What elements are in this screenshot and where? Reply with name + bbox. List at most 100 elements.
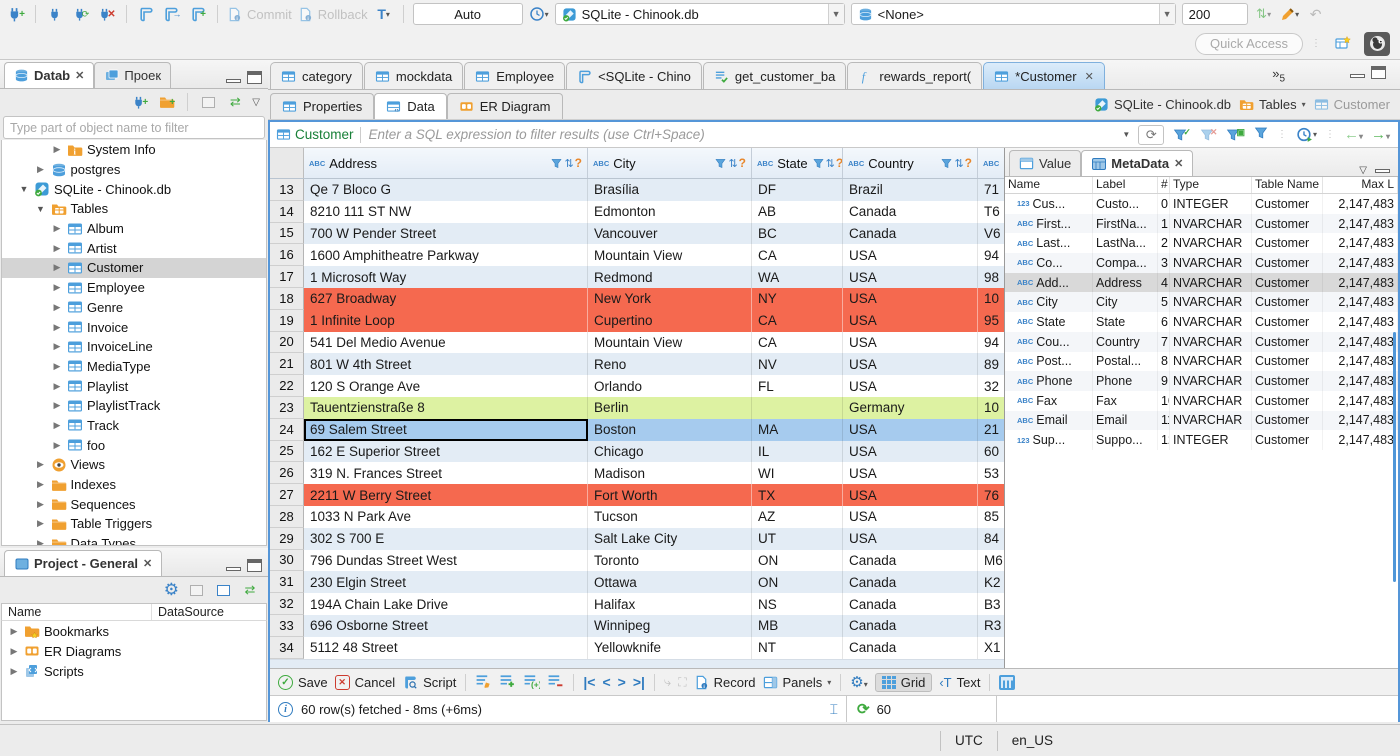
- metadata-row[interactable]: ABC First... FirstNa... 1 NVARCHAR Custom…: [1005, 213, 1398, 234]
- filter-icon[interactable]: [550, 157, 563, 170]
- breadcrumb-entity[interactable]: Customer: [1314, 97, 1390, 112]
- cell-state[interactable]: DF: [752, 179, 843, 201]
- filter-history-dropdown-icon[interactable]: ▼: [1122, 130, 1130, 139]
- cell-address[interactable]: 69 Salem Street: [304, 418, 588, 441]
- last-row-icon[interactable]: >|: [633, 674, 645, 690]
- maximize-icon[interactable]: [247, 71, 262, 84]
- tab-metadata[interactable]: MetaData ✕: [1081, 150, 1194, 176]
- tree-item[interactable]: Sequences: [2, 494, 266, 514]
- column-info-icon[interactable]: ?: [739, 156, 746, 170]
- metadata-row[interactable]: ABC Phone Phone 9 NVARCHAR Customer 2,147…: [1005, 371, 1398, 391]
- sync-icon[interactable]: ⇅ ▾: [1254, 4, 1274, 24]
- grid-row[interactable]: 17 1 Microsoft Way Redmond WA USA 98: [270, 266, 1004, 288]
- grid-row[interactable]: 19 1 Infinite Loop Cupertino CA USA 95: [270, 309, 1004, 332]
- cell-city[interactable]: Fort Worth: [588, 484, 752, 506]
- tree-item[interactable]: Customer: [2, 258, 266, 278]
- cell-postalcode-partial[interactable]: V6: [978, 223, 1004, 245]
- zoom-cell-icon[interactable]: ⛶: [678, 674, 686, 690]
- tree-item[interactable]: Genre: [2, 298, 266, 318]
- column-info-icon[interactable]: ?: [575, 156, 582, 170]
- cell-address[interactable]: 801 W 4th Street: [304, 353, 588, 376]
- metadata-row[interactable]: 123Sup... Suppo... 12 INTEGER Customer 2…: [1005, 430, 1398, 450]
- cell-country[interactable]: USA: [843, 462, 978, 485]
- column-header-postalcode-partial[interactable]: ABC: [978, 148, 1004, 178]
- cell-postalcode-partial[interactable]: 94: [978, 244, 1004, 266]
- cell-postalcode-partial[interactable]: B3: [978, 593, 1004, 615]
- row-number[interactable]: 26: [270, 462, 304, 485]
- cell-city[interactable]: Toronto: [588, 549, 752, 572]
- cell-state[interactable]: FL: [752, 375, 843, 397]
- cell-city[interactable]: Boston: [588, 418, 752, 441]
- cell-country[interactable]: Canada: [843, 593, 978, 615]
- row-number[interactable]: 16: [270, 244, 304, 267]
- row-number[interactable]: 18: [270, 287, 304, 310]
- new-sql-script-icon[interactable]: +: [188, 4, 208, 24]
- cell-state[interactable]: TX: [752, 484, 843, 506]
- link-with-editor-icon[interactable]: ⇄: [240, 580, 260, 600]
- cell-address[interactable]: 120 S Orange Ave: [304, 375, 588, 397]
- cell-state[interactable]: CA: [752, 244, 843, 267]
- grid-row[interactable]: 32 194A Chain Lake Drive Halifax NS Cana…: [270, 593, 1004, 615]
- cell-state[interactable]: IL: [752, 440, 843, 463]
- connection-combo-arrow[interactable]: ▼: [827, 4, 844, 24]
- cell-city[interactable]: Chicago: [588, 440, 752, 463]
- cell-state[interactable]: AZ: [752, 505, 843, 528]
- cell-postalcode-partial[interactable]: T6: [978, 201, 1004, 223]
- meta-col-number[interactable]: #: [1158, 177, 1170, 193]
- schema-combo[interactable]: <None> ▼: [850, 3, 1176, 25]
- project-tree-item[interactable]: Bookmarks: [2, 621, 266, 641]
- grid-row[interactable]: 34 5112 48 Street Yellowknife NT Canada …: [270, 636, 1004, 659]
- transaction-log-icon[interactable]: T ▾: [374, 4, 394, 24]
- metadata-row[interactable]: ABC Add... Address 4 NVARCHAR Customer 2,…: [1005, 272, 1398, 293]
- metadata-row[interactable]: ABC State State 6 NVARCHAR Customer 2,147…: [1005, 312, 1398, 332]
- editor-tab[interactable]: Employee ✕: [464, 62, 566, 89]
- metadata-row[interactable]: ABC Last... LastNa... 2 NVARCHAR Customer…: [1005, 233, 1398, 254]
- metadata-row[interactable]: ABCEmail Email 11 NVARCHAR Customer 2,14…: [1005, 410, 1398, 431]
- cell-postalcode-partial[interactable]: 32: [978, 375, 1004, 397]
- disclosure-triangle-icon[interactable]: [8, 646, 20, 657]
- tree-item[interactable]: Tables: [2, 199, 266, 219]
- cell-address[interactable]: 302 S 700 E: [304, 527, 588, 550]
- cell-address[interactable]: 194A Chain Lake Drive: [304, 593, 588, 615]
- disclosure-triangle-icon[interactable]: [35, 538, 47, 545]
- project-tree-item[interactable]: ER Diagrams: [2, 641, 266, 661]
- open-sql-script-icon[interactable]: →: [162, 4, 182, 24]
- cell-country[interactable]: USA: [843, 484, 978, 506]
- cell-state[interactable]: WI: [752, 462, 843, 485]
- filter-icon[interactable]: [714, 157, 727, 170]
- cell-country[interactable]: Brazil: [843, 179, 978, 201]
- grid-row[interactable]: 15 700 W Pender Street Vancouver BC Cana…: [270, 222, 1004, 245]
- tree-item[interactable]: Data Types: [2, 534, 266, 545]
- row-number[interactable]: 14: [270, 200, 304, 223]
- metadata-row[interactable]: ABC Co... Compa... 3 NVARCHAR Customer 2,…: [1005, 253, 1398, 273]
- quick-access-input[interactable]: Quick Access: [1194, 32, 1303, 55]
- cell-city[interactable]: Vancouver: [588, 222, 752, 245]
- tab-projects[interactable]: Проек: [94, 62, 172, 88]
- tree-item[interactable]: Artist: [2, 238, 266, 258]
- editor-tab[interactable]: mockdata ✕: [363, 62, 464, 89]
- grid-row[interactable]: 29 302 S 700 E Salt Lake City UT USA 84: [270, 527, 1004, 550]
- disclosure-triangle-icon[interactable]: [51, 420, 63, 431]
- grid-row[interactable]: 33 696 Osborne Street Winnipeg MB Canada…: [270, 614, 1004, 637]
- cell-address[interactable]: 541 Del Medio Avenue: [304, 331, 588, 354]
- editor-tab[interactable]: rewards_report( ✕: [847, 62, 983, 89]
- editor-tab[interactable]: <SQLite - Chino ✕: [566, 62, 702, 89]
- cell-state[interactable]: NV: [752, 353, 843, 376]
- grid-row[interactable]: 13 Qe 7 Bloco G Brasília DF Brazil 71: [270, 179, 1004, 201]
- row-number[interactable]: 31: [270, 571, 304, 594]
- metadata-row[interactable]: ABC Post... Postal... 8 NVARCHAR Customer…: [1005, 351, 1398, 372]
- column-name-header[interactable]: Name: [2, 604, 152, 620]
- cell-country[interactable]: USA: [843, 505, 978, 528]
- tree-item[interactable]: Album: [2, 219, 266, 239]
- cell-postalcode-partial[interactable]: 89: [978, 353, 1004, 375]
- duplicate-row-icon[interactable]: [523, 672, 540, 692]
- meta-col-label[interactable]: Label: [1093, 177, 1158, 193]
- cell-city[interactable]: Winnipeg: [588, 614, 752, 637]
- tree-item[interactable]: Table Triggers: [2, 514, 266, 534]
- cell-address[interactable]: 1600 Amphitheatre Parkway: [304, 244, 588, 267]
- breadcrumb-tables[interactable]: Tables ▾: [1239, 97, 1306, 112]
- cell-postalcode-partial[interactable]: M6: [978, 550, 1004, 572]
- cell-country[interactable]: Canada: [843, 636, 978, 659]
- minimize-icon[interactable]: [226, 567, 241, 571]
- cancel-button[interactable]: ✕ Cancel: [334, 674, 395, 690]
